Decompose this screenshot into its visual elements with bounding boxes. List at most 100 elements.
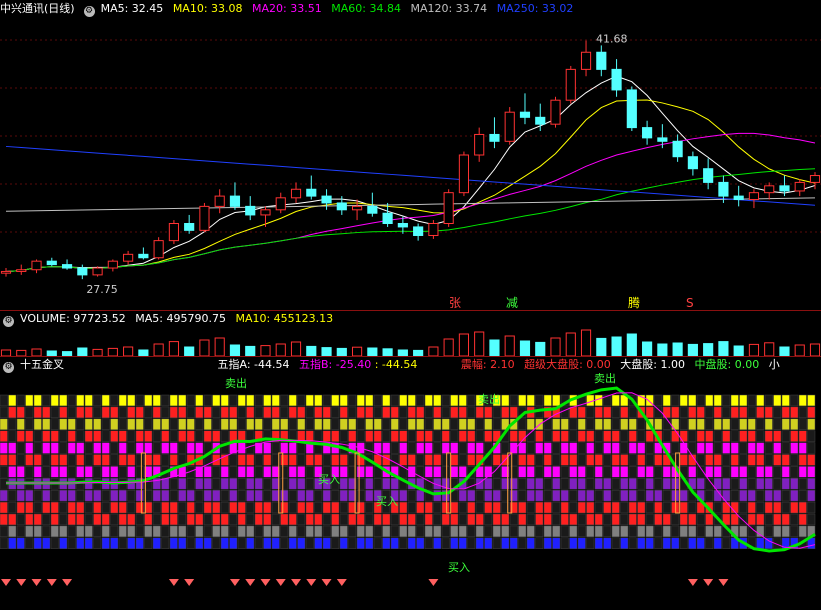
- volume-bar[interactable]: [764, 342, 775, 357]
- volume-bar[interactable]: [519, 340, 531, 357]
- volume-bar[interactable]: [611, 336, 622, 357]
- candle-body[interactable]: [672, 140, 683, 158]
- volume-bar[interactable]: [31, 348, 42, 357]
- volume-bar[interactable]: [809, 343, 821, 357]
- volume-bar[interactable]: [535, 341, 546, 357]
- candle-body[interactable]: [290, 188, 302, 199]
- volume-bar[interactable]: [107, 347, 118, 357]
- candle-body[interactable]: [443, 192, 454, 225]
- volume-bar[interactable]: [596, 337, 607, 357]
- volume-bar[interactable]: [794, 344, 805, 357]
- gear-icon[interactable]: ⚙: [3, 362, 14, 373]
- volume-bar[interactable]: [153, 343, 164, 357]
- volume-bar[interactable]: [703, 343, 714, 357]
- candle-body[interactable]: [336, 202, 347, 211]
- candle-body[interactable]: [321, 195, 332, 204]
- candle-body[interactable]: [153, 240, 164, 259]
- volume-bar[interactable]: [779, 346, 790, 357]
- candle-body[interactable]: [107, 260, 118, 269]
- volume-bar[interactable]: [458, 333, 470, 357]
- volume-bar[interactable]: [275, 343, 286, 357]
- candle-body[interactable]: [642, 127, 653, 139]
- candle-body[interactable]: [733, 195, 744, 201]
- candle-body[interactable]: [138, 253, 149, 259]
- volume-bar[interactable]: [642, 341, 653, 357]
- candle-body[interactable]: [16, 269, 27, 272]
- volume-bar[interactable]: [123, 346, 134, 357]
- candle-body[interactable]: [31, 260, 42, 271]
- candle-body[interactable]: [199, 205, 210, 231]
- volume-bar[interactable]: [260, 345, 271, 357]
- candle-body[interactable]: [580, 51, 592, 70]
- candle-body[interactable]: [703, 168, 714, 183]
- volume-bar[interactable]: [489, 339, 500, 357]
- volume-bar[interactable]: [92, 348, 103, 357]
- candle-body[interactable]: [229, 195, 241, 207]
- candle-body[interactable]: [519, 111, 531, 118]
- volume-chart[interactable]: [0, 327, 821, 357]
- volume-bar[interactable]: [367, 347, 378, 357]
- volume-bar[interactable]: [306, 345, 317, 357]
- candle-body[interactable]: [306, 188, 317, 197]
- candle-body[interactable]: [428, 223, 439, 236]
- candle-body[interactable]: [92, 267, 103, 276]
- volume-bar[interactable]: [351, 346, 363, 357]
- candle-body[interactable]: [596, 51, 607, 70]
- gear-icon[interactable]: ⚙: [3, 316, 14, 327]
- candle-body[interactable]: [535, 116, 546, 125]
- candle-body[interactable]: [489, 133, 500, 142]
- volume-bar[interactable]: [565, 332, 576, 357]
- candle-body[interactable]: [123, 253, 134, 262]
- volume-bar[interactable]: [580, 329, 592, 357]
- candle-body[interactable]: [626, 89, 637, 129]
- volume-bar[interactable]: [687, 343, 698, 357]
- candle-body[interactable]: [611, 68, 622, 91]
- candle-body[interactable]: [214, 195, 225, 207]
- volume-bar[interactable]: [184, 346, 195, 357]
- candle-body[interactable]: [718, 181, 729, 197]
- volume-bar[interactable]: [657, 343, 668, 357]
- volume-bar[interactable]: [336, 347, 347, 357]
- candle-body[interactable]: [565, 68, 576, 101]
- volume-bar[interactable]: [443, 338, 454, 357]
- indicator-chart[interactable]: 卖出 卖出 卖出 买入 买入 买入: [0, 373, 821, 610]
- volume-bar[interactable]: [428, 346, 439, 357]
- volume-bar[interactable]: [382, 348, 393, 357]
- candle-body[interactable]: [809, 175, 821, 183]
- candle-body[interactable]: [351, 205, 363, 211]
- candle-body[interactable]: [397, 223, 408, 228]
- volume-bar[interactable]: [214, 337, 225, 357]
- candle-body[interactable]: [0, 270, 12, 274]
- volume-bar[interactable]: [245, 345, 256, 357]
- candle-body[interactable]: [657, 137, 668, 142]
- volume-bar[interactable]: [290, 341, 302, 357]
- price-chart[interactable]: 41.68 27.75 张 减 腾 S: [0, 0, 821, 310]
- volume-bar[interactable]: [733, 345, 744, 357]
- volume-bar[interactable]: [321, 347, 332, 357]
- volume-bar[interactable]: [168, 341, 179, 357]
- candle-body[interactable]: [474, 133, 485, 156]
- volume-bar[interactable]: [199, 339, 210, 357]
- candle-body[interactable]: [275, 197, 286, 211]
- volume-bar[interactable]: [718, 341, 729, 357]
- candle-body[interactable]: [61, 264, 73, 269]
- volume-bar[interactable]: [748, 343, 760, 357]
- candle-body[interactable]: [260, 209, 271, 216]
- candle-body[interactable]: [245, 205, 256, 216]
- volume-bar[interactable]: [77, 347, 88, 357]
- volume-bar[interactable]: [504, 335, 515, 357]
- candle-body[interactable]: [687, 156, 698, 170]
- candle-body[interactable]: [367, 205, 378, 214]
- candle-body[interactable]: [168, 223, 179, 242]
- candle-body[interactable]: [550, 99, 561, 125]
- candle-body[interactable]: [458, 154, 470, 194]
- candle-body[interactable]: [413, 226, 424, 236]
- candle-body[interactable]: [748, 192, 760, 201]
- candle-body[interactable]: [779, 185, 790, 192]
- candle-body[interactable]: [184, 223, 195, 231]
- indicator-name[interactable]: 十五金叉: [20, 358, 64, 371]
- volume-bar[interactable]: [229, 344, 241, 357]
- candle-body[interactable]: [504, 111, 515, 142]
- candle-body[interactable]: [764, 185, 775, 194]
- volume-bar[interactable]: [672, 342, 683, 357]
